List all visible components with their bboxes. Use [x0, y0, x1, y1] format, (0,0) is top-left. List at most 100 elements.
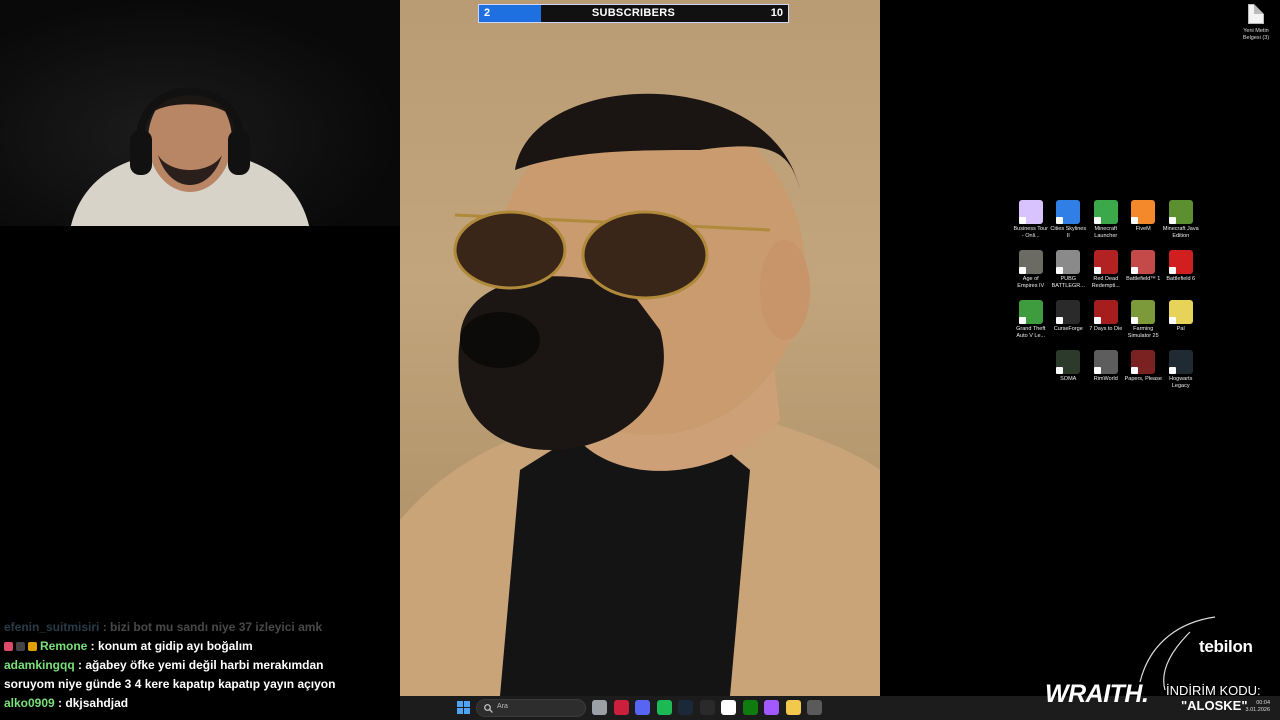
shortcut-label: CurseForge [1053, 326, 1083, 332]
desktop-shortcut[interactable]: 7 Days to Die [1087, 300, 1125, 344]
desktop-shortcut[interactable]: CurseForge [1050, 300, 1088, 344]
desktop-shortcut[interactable]: Minecraft Launcher [1087, 200, 1125, 244]
desktop-shortcut[interactable]: Red Dead Redempti... [1087, 250, 1125, 294]
desktop-shortcut[interactable]: RimWorld [1087, 350, 1125, 394]
webcam-feed [0, 0, 400, 226]
file-explorer-icon[interactable] [785, 700, 801, 715]
desktop-shortcut[interactable]: Minecraft Java Edition [1162, 200, 1200, 244]
desktop-shortcut[interactable]: Battlefield 6 [1162, 250, 1200, 294]
dog-man-illustration [400, 93, 880, 696]
desktop-shortcut[interactable]: SOMA [1050, 350, 1088, 394]
shortcut-label: FiveM [1135, 226, 1151, 232]
app-shortcut-icon [1056, 350, 1081, 374]
shortcut-arrow-icon [1131, 367, 1139, 374]
chat-badge-icon [28, 642, 37, 652]
shortcut-label: Hogwarts Legacy [1169, 376, 1193, 389]
shortcut-arrow-icon [1093, 367, 1101, 374]
text-file-icon[interactable] [1244, 4, 1268, 50]
desktop-shortcut[interactable]: Papers, Please [1125, 350, 1163, 394]
shortcut-arrow-icon [1056, 217, 1064, 224]
desktop-shortcut[interactable]: Farming Simulator 25 [1125, 300, 1163, 344]
desktop-shortcut[interactable]: PUBG BATTLEGR... [1050, 250, 1088, 294]
spotify-icon[interactable] [656, 700, 672, 715]
chat-separator: : [54, 696, 66, 710]
shortcut-label: RimWorld [1093, 376, 1118, 382]
chat-username[interactable]: efenin_suitmisiri [4, 620, 99, 634]
shortcut-arrow-icon [1018, 217, 1026, 224]
app-shortcut-icon [1131, 300, 1156, 324]
search-placeholder: Ara [497, 703, 508, 710]
shortcut-label: Papers, Please [1124, 376, 1162, 382]
shortcut-arrow-icon [1131, 317, 1139, 324]
desktop-shortcut[interactable]: Age of Empires IV [1012, 250, 1050, 294]
taskbar-pinned-apps [592, 700, 822, 715]
chat-separator: : [99, 620, 111, 634]
desktop-shortcut[interactable]: Grand Theft Auto V Le... [1012, 300, 1050, 344]
xbox-icon[interactable] [742, 700, 758, 715]
app-shortcut-icon [1168, 250, 1193, 274]
app-shortcut-icon [1093, 250, 1118, 274]
shortcut-label: Minecraft Java Edition [1162, 226, 1199, 239]
opera-gx-icon[interactable] [613, 700, 629, 715]
shortcut-label: Grand Theft Auto V Le... [1016, 326, 1046, 339]
shortcut-label: Age of Empires IV [1017, 276, 1045, 289]
chat-text: bizi bot mu sandı niye 37 izleyici amk [110, 620, 323, 634]
shortcut-arrow-icon [1168, 367, 1176, 374]
shortcut-arrow-icon [1093, 317, 1101, 324]
shortcut-label: Battlefield™ 1 [1126, 276, 1161, 282]
desktop-shortcut[interactable]: Business Tour - Onli... [1012, 200, 1050, 244]
figma-icon[interactable] [764, 700, 779, 715]
desktop-icon-grid: Business Tour - Onli... Cities Skylines I… [1012, 200, 1202, 394]
shortcut-arrow-icon [1056, 317, 1064, 324]
shortcut-label: Cities Skylines II [1050, 226, 1087, 239]
steam-icon[interactable] [678, 700, 693, 715]
shortcut-label: Minecraft Launcher [1094, 226, 1118, 239]
desktop-shortcut[interactable]: Battlefield™ 1 [1125, 250, 1163, 294]
desktop-shortcut[interactable]: Hogwarts Legacy [1162, 350, 1200, 394]
shortcut-label: Pal [1176, 326, 1185, 332]
chat-message: soruyom niye günde 3 4 kere kapatıp kapa… [0, 675, 400, 694]
chat-username[interactable]: Remone [40, 639, 87, 653]
desktop-shortcut[interactable]: Pal [1162, 300, 1200, 344]
epic-games-icon[interactable] [699, 700, 715, 715]
subscriber-goal-target: 10 [770, 7, 783, 19]
chat-text: ağabey öfke yemi değil harbi merakımdan [85, 658, 324, 672]
shortcut-label: 7 Days to Die [1089, 326, 1123, 332]
shortcut-label: SOMA [1060, 376, 1077, 382]
shortcut-arrow-icon [1131, 267, 1139, 274]
text-file-label: Yeni Metin Belgesi (3) [1242, 28, 1270, 41]
discount-code-label: İNDİRİM KODU: [1166, 683, 1261, 698]
app-shortcut-icon [1131, 250, 1156, 274]
desktop-shortcut[interactable]: FiveM [1125, 200, 1163, 244]
taskbar-search-box[interactable]: Ara [476, 699, 586, 717]
discord-icon[interactable] [635, 700, 650, 715]
stream-chat: efenin_suitmisiri : bizi bot mu sandı ni… [0, 618, 400, 713]
app-shortcut-icon [1093, 200, 1118, 224]
shortcut-label: PUBG BATTLEGR... [1051, 276, 1085, 289]
app-shortcut-icon [1093, 300, 1118, 324]
search-icon [484, 704, 493, 713]
chat-separator: : [87, 639, 99, 653]
desktop-shortcut [1012, 350, 1050, 394]
app-shortcut-icon [1093, 350, 1118, 374]
shortcut-arrow-icon [1056, 267, 1064, 274]
streamer-figure [71, 87, 309, 226]
app-shortcut-icon [1018, 250, 1043, 274]
subscriber-goal-bar: 2 SUBSCRIBERS 10 [478, 4, 789, 23]
app-shortcut-icon [1168, 300, 1193, 324]
windows-start-icon[interactable] [457, 701, 470, 714]
desktop-shortcut[interactable]: Cities Skylines II [1050, 200, 1088, 244]
task-view-icon[interactable] [592, 700, 607, 715]
app-shortcut-icon [1131, 350, 1156, 374]
chat-username[interactable]: adamkingqq [4, 658, 75, 672]
capcut-icon[interactable] [721, 700, 736, 715]
shortcut-label: Business Tour - Onli... [1013, 226, 1048, 239]
chat-text: konum at gidip ayı boğalım [98, 639, 253, 653]
sponsor-brand-logo: tebilon [1199, 637, 1253, 656]
chat-username[interactable]: alko0909 [4, 696, 55, 710]
obs-icon[interactable] [807, 700, 822, 715]
app-shortcut-icon [1018, 300, 1043, 324]
sponsor-product-name: WRAITH. [1045, 680, 1149, 708]
shortcut-label: Red Dead Redempti... [1091, 276, 1120, 289]
chat-message: alko0909 : dkjsahdjad [0, 694, 400, 713]
